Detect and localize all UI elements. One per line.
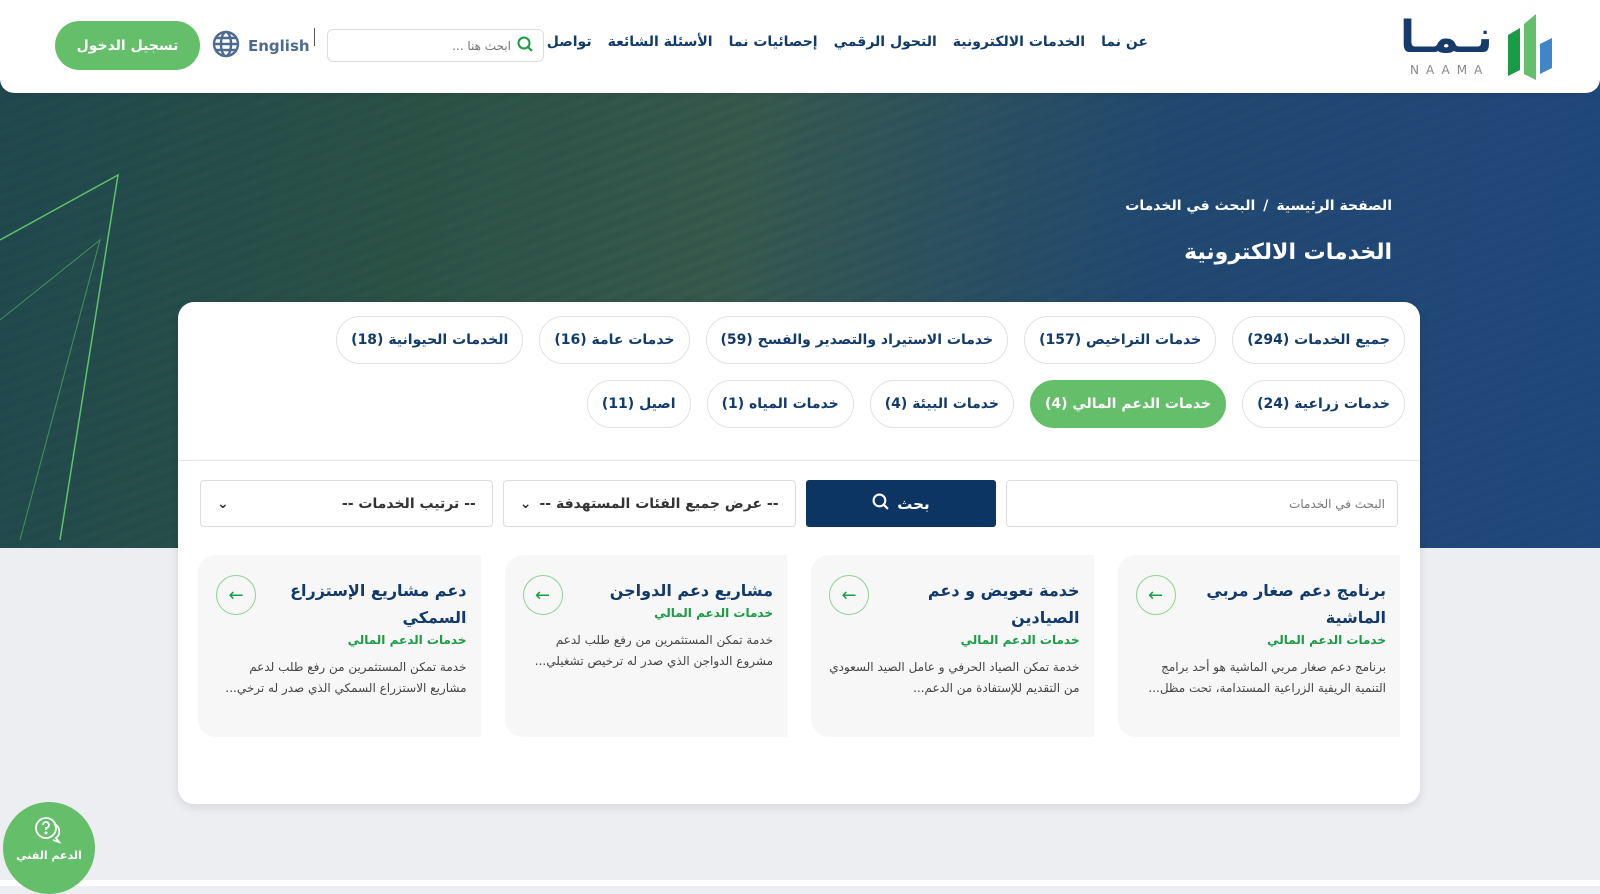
card-category: خدمات الدعم المالي [960,633,1080,647]
header-search-input[interactable] [361,38,511,53]
support-label: الدعم الفني [16,849,82,862]
filter-animal[interactable]: الخدمات الحيوانية (18) [336,316,524,364]
arrow-left-icon[interactable]: ← [829,575,869,615]
card-description: خدمة تمكن المستثمرين من رفع طلب لدعم مشر… [534,633,773,668]
search-icon[interactable] [517,36,533,56]
card-title[interactable]: خدمة تعويض و دعم الصيادين [881,577,1080,631]
footer-edge [0,880,1600,886]
sort-select-value: -- ترتيب الخدمات -- [341,495,476,512]
service-card[interactable]: برنامج دعم صغار مربي الماشية خدمات الدعم… [1117,555,1400,737]
login-button[interactable]: تسجيل الدخول [55,21,200,70]
divider [314,28,315,46]
language-switch[interactable]: English [212,30,310,62]
arrow-left-icon[interactable]: ← [1135,575,1176,615]
header: نـمـا NAAMA عن نما الخدمات الالكترونية ا… [0,0,1600,93]
category-select[interactable]: -- عرض جميع الفئات المستهدفة -- ⌄ [502,480,796,527]
breadcrumb-current: البحث في الخدمات [1125,198,1256,214]
filter-water[interactable]: خدمات المياه (1) [706,380,854,428]
search-label: بحث [897,494,930,513]
search-icon [872,493,889,514]
filter-licenses[interactable]: خدمات التراخيص (157) [1024,316,1217,364]
filter-agricultural[interactable]: خدمات زراعية (24) [1242,380,1405,428]
arrow-left-icon[interactable]: ← [522,575,563,615]
service-card[interactable]: خدمة تعويض و دعم الصيادين خدمات الدعم ال… [811,555,1094,737]
service-card[interactable]: دعم مشاريع الإستزراع السمكي خدمات الدعم … [198,555,481,737]
search-button[interactable]: بحث [805,480,997,527]
filter-all[interactable]: جميع الخدمات (294) [1232,316,1405,364]
filter-financial-support[interactable]: خدمات الدعم المالي (4) [1029,380,1227,428]
nav-faq[interactable]: الأسئلة الشائعة [608,34,713,50]
services-search-input[interactable] [1006,480,1398,527]
card-title[interactable]: مشاريع دعم الدواجن [575,577,773,604]
chevron-down-icon: ⌄ [519,495,532,512]
service-cards: برنامج دعم صغار مربي الماشية خدمات الدعم… [198,555,1400,737]
nav-eservices[interactable]: الخدمات الالكترونية [953,34,1085,50]
filter-tabs: جميع الخدمات (294) خدمات التراخيص (157) … [265,316,1405,428]
card-category: خدمات الدعم المالي [1267,633,1386,647]
category-select-value: -- عرض جميع الفئات المستهدفة -- [539,495,779,512]
page-title: الخدمات الالكترونية [1184,240,1392,265]
support-button[interactable]: الدعم الفني [3,802,95,894]
language-label: English [248,37,310,55]
filter-import-export[interactable]: خدمات الاستيراد والتصدير والفسح (59) [705,316,1009,364]
card-title[interactable]: برنامج دعم صغار مربي الماشية [1188,577,1386,631]
globe-icon [212,30,240,62]
breadcrumb-separator: / [1263,198,1269,214]
breadcrumb: الصفحة الرئيسية / البحث في الخدمات [1125,198,1392,214]
filter-environment[interactable]: خدمات البيئة (4) [869,380,1014,428]
sort-select[interactable]: -- ترتيب الخدمات -- ⌄ [199,480,493,527]
filter-general[interactable]: خدمات عامة (16) [539,316,690,364]
help-chat-icon [34,816,64,847]
card-description: برنامج دعم صغار مربي الماشية هو أحد برام… [1148,660,1386,695]
filter-aseel[interactable]: اصيل (11) [586,380,691,428]
card-category: خدمات الدعم المالي [347,633,467,647]
chevron-down-icon: ⌄ [216,495,229,512]
nav-statistics[interactable]: إحصائيات نما [729,34,818,50]
main-nav: عن نما الخدمات الالكترونية التحول الرقمي… [514,34,1148,50]
header-search [327,29,544,62]
decorative-lines [0,173,119,540]
naama-logo[interactable]: نـمـا NAAMA [1390,10,1560,80]
search-row: بحث -- عرض جميع الفئات المستهدفة -- ⌄ --… [199,480,1398,527]
services-panel: جميع الخدمات (294) خدمات التراخيص (157) … [178,302,1420,804]
nav-digital-transformation[interactable]: التحول الرقمي [834,34,937,50]
svg-text:نـمـا: نـمـا [1400,12,1493,63]
svg-text:NAAMA: NAAMA [1410,63,1489,77]
card-description: خدمة تمكن المستثمرين من رفع طلب لدعم مشا… [225,660,467,695]
service-card[interactable]: مشاريع دعم الدواجن خدمات الدعم المالي خد… [504,555,787,737]
nav-about[interactable]: عن نما [1101,34,1148,50]
card-description: خدمة تمكن الصياد الحرفي و عامل الصيد الس… [829,660,1080,695]
divider [178,460,1420,461]
arrow-left-icon[interactable]: ← [216,575,256,615]
breadcrumb-home[interactable]: الصفحة الرئيسية [1276,198,1392,214]
card-title[interactable]: دعم مشاريع الإستزراع السمكي [268,577,466,631]
